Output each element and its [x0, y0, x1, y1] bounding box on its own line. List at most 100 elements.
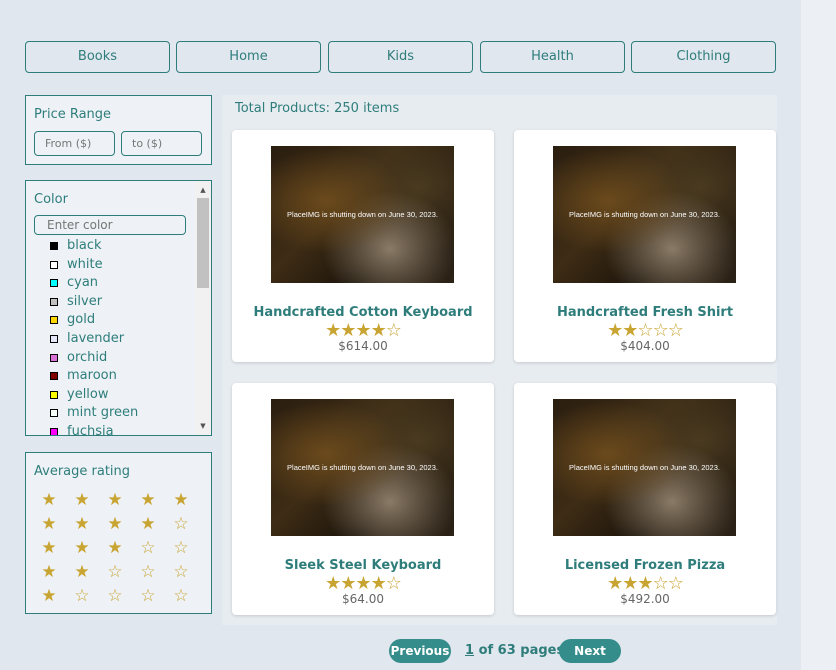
product-image-text: PlaceIMG is shutting down on June 30, 20… — [569, 210, 720, 219]
star-filled-icon: ★ — [607, 320, 623, 341]
current-page-link[interactable]: 1 — [465, 643, 474, 658]
product-price: $614.00 — [338, 339, 388, 353]
product-title[interactable]: Sleek Steel Keyboard — [232, 558, 494, 573]
color-option-label: cyan — [67, 275, 99, 291]
star-empty-icon: ☆ — [140, 586, 156, 606]
color-swatch — [50, 428, 58, 435]
product-card[interactable]: PlaceIMG is shutting down on June 30, 20… — [232, 383, 494, 615]
star-filled-icon: ★ — [355, 573, 371, 594]
total-products-label: Total Products: 250 items — [235, 101, 400, 116]
star-filled-icon: ★ — [340, 320, 356, 341]
color-list-scrollbar[interactable]: ▲ ▼ — [195, 181, 211, 435]
color-option-label: orchid — [67, 349, 108, 365]
product-title[interactable]: Handcrafted Fresh Shirt — [514, 305, 776, 320]
rating-option-4[interactable]: ★ ★ ★ ★ ☆ — [39, 513, 199, 535]
color-option-label: gold — [67, 312, 96, 328]
previous-page-button[interactable]: Previous — [389, 639, 451, 663]
rating-option-2[interactable]: ★ ★ ☆ ☆ ☆ — [39, 561, 199, 583]
price-to-input[interactable] — [121, 131, 202, 156]
star-filled-icon: ★ — [74, 490, 90, 510]
product-area: Total Products: 250 items PlaceIMG is sh… — [222, 95, 777, 625]
price-range-filter: Price Range — [25, 95, 212, 165]
price-from-input[interactable] — [34, 131, 115, 156]
page-count-text: of 63 pages — [474, 643, 565, 658]
star-empty-icon: ☆ — [173, 562, 189, 582]
scrollbar-thumb[interactable] — [197, 198, 209, 288]
product-image[interactable]: PlaceIMG is shutting down on June 30, 20… — [271, 146, 454, 283]
product-image[interactable]: PlaceIMG is shutting down on June 30, 20… — [553, 146, 736, 283]
star-filled-icon: ★ — [41, 514, 57, 534]
star-filled-icon: ★ — [622, 320, 638, 341]
star-filled-icon: ★ — [74, 514, 90, 534]
category-button-health[interactable]: Health — [480, 41, 625, 73]
product-image[interactable]: PlaceIMG is shutting down on June 30, 20… — [271, 399, 454, 536]
color-option-label: black — [67, 238, 102, 253]
product-card[interactable]: PlaceIMG is shutting down on June 30, 20… — [232, 130, 494, 362]
rating-option-1[interactable]: ★ ☆ ☆ ☆ ☆ — [39, 585, 199, 607]
next-page-button[interactable]: Next — [559, 639, 621, 663]
star-filled-icon: ★ — [41, 562, 57, 582]
product-image[interactable]: PlaceIMG is shutting down on June 30, 20… — [553, 399, 736, 536]
star-empty-icon: ☆ — [140, 562, 156, 582]
color-option-label: maroon — [67, 368, 117, 384]
scroll-down-arrow-icon[interactable]: ▼ — [195, 419, 211, 433]
star-filled-icon: ★ — [173, 490, 189, 510]
color-option[interactable]: maroon — [50, 367, 200, 385]
star-empty-icon: ☆ — [385, 573, 402, 594]
color-swatch — [50, 316, 58, 325]
category-button-kids[interactable]: Kids — [328, 41, 473, 73]
product-card[interactable]: PlaceIMG is shutting down on June 30, 20… — [514, 130, 776, 362]
color-option[interactable]: white — [50, 256, 200, 274]
product-card[interactable]: PlaceIMG is shutting down on June 30, 20… — [514, 383, 776, 615]
category-button-clothing[interactable]: Clothing — [631, 41, 776, 73]
category-button-books[interactable]: Books — [25, 41, 170, 73]
product-price: $492.00 — [620, 592, 670, 606]
rating-option-3[interactable]: ★ ★ ★ ☆ ☆ — [39, 537, 199, 559]
category-button-home[interactable]: Home — [176, 41, 321, 73]
color-filter-title: Color — [34, 192, 68, 207]
star-filled-icon: ★ — [325, 320, 341, 341]
star-filled-icon: ★ — [637, 573, 653, 594]
star-filled-icon: ★ — [41, 538, 57, 558]
star-empty-icon: ☆ — [107, 562, 123, 582]
scroll-up-arrow-icon[interactable]: ▲ — [195, 183, 211, 197]
color-search-input[interactable] — [34, 215, 186, 235]
price-range-title: Price Range — [34, 107, 112, 122]
color-swatch — [50, 335, 58, 343]
color-swatch — [50, 279, 58, 288]
product-price: $404.00 — [620, 339, 670, 353]
star-filled-icon: ★ — [370, 320, 387, 341]
color-swatch — [50, 260, 58, 269]
color-swatch — [50, 390, 58, 399]
color-option[interactable]: cyan — [50, 274, 200, 292]
product-title[interactable]: Licensed Frozen Pizza — [514, 558, 776, 573]
color-swatch — [50, 297, 58, 306]
product-rating: ★★★★☆ — [232, 573, 494, 594]
star-empty-icon: ☆ — [173, 586, 189, 606]
star-empty-icon: ☆ — [652, 573, 669, 594]
color-swatch — [50, 409, 58, 418]
star-empty-icon: ☆ — [652, 320, 669, 341]
star-filled-icon: ★ — [340, 573, 356, 594]
color-option[interactable]: mint green — [50, 404, 200, 422]
color-swatch — [50, 372, 58, 381]
color-option[interactable]: orchid — [50, 349, 200, 367]
star-empty-icon: ☆ — [667, 320, 684, 341]
star-filled-icon: ★ — [325, 573, 341, 594]
color-swatch — [50, 242, 58, 250]
rating-option-5[interactable]: ★ ★ ★ ★ ★ — [39, 489, 199, 511]
star-filled-icon: ★ — [622, 573, 638, 594]
color-option[interactable]: fuchsia — [50, 423, 200, 435]
color-option[interactable]: gold — [50, 311, 200, 329]
color-option-label: silver — [67, 293, 103, 309]
color-option[interactable]: silver — [50, 293, 200, 311]
color-option[interactable]: black — [50, 237, 200, 255]
star-empty-icon: ☆ — [140, 538, 156, 558]
star-empty-icon: ☆ — [107, 586, 123, 606]
star-filled-icon: ★ — [107, 538, 123, 558]
product-title[interactable]: Handcrafted Cotton Keyboard — [232, 305, 494, 320]
color-option[interactable]: yellow — [50, 386, 200, 404]
average-rating-filter: Average rating ★ ★ ★ ★ ★ ★ ★ ★ ★ ☆ ★ ★ ★ ☆ ☆ ★ ★ ☆ ☆ ☆ ★ ☆ ☆ ☆ ☆ — [25, 452, 212, 614]
color-option[interactable]: lavender — [50, 330, 200, 348]
star-filled-icon: ★ — [107, 514, 123, 534]
